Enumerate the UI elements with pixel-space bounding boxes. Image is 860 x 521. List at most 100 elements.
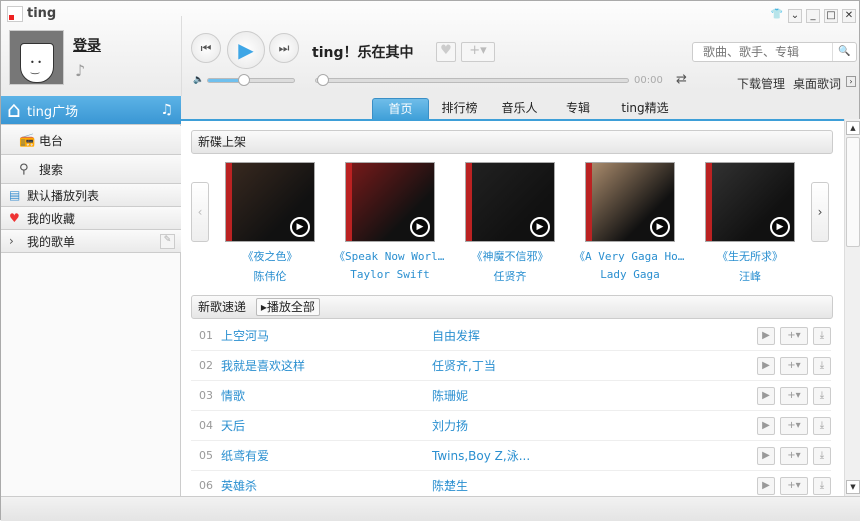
- ting-logo-icon: [7, 6, 23, 22]
- albums-next-button[interactable]: ›: [811, 182, 829, 242]
- album-card[interactable]: ▶ 《A Very Gaga Holiday》 Lady Gaga: [570, 162, 690, 281]
- play-song-button[interactable]: ▶: [757, 476, 775, 495]
- download-manager-link[interactable]: 下载管理: [737, 75, 785, 92]
- add-song-button[interactable]: +▾: [780, 476, 808, 495]
- add-song-button[interactable]: +▾: [780, 356, 808, 375]
- album-card[interactable]: ▶ 《生无所求》 汪峰: [690, 162, 810, 284]
- progress-knob[interactable]: [317, 74, 329, 86]
- sidebar-item-1[interactable]: ⚲ 搜索: [1, 155, 181, 184]
- sidebar-header-ting-plaza[interactable]: ⌂ ting广场 ♫: [1, 96, 181, 125]
- album-artist[interactable]: 汪峰: [690, 268, 810, 284]
- play-song-button[interactable]: ▶: [757, 356, 775, 375]
- volume-icon[interactable]: 🔈: [193, 75, 204, 85]
- sidebar-item-3[interactable]: ♥ 我的收藏: [1, 207, 181, 230]
- album-card[interactable]: ▶ 《Speak Now World Tour Live》 Taylor Swift: [330, 162, 450, 281]
- download-icon[interactable]: ⤓: [813, 356, 831, 375]
- scroll-down-button[interactable]: ▼: [846, 480, 860, 494]
- song-artist[interactable]: 陈珊妮: [432, 387, 752, 404]
- scroll-up-button[interactable]: ▲: [846, 121, 860, 135]
- song-artist[interactable]: 自由发挥: [432, 327, 752, 344]
- play-icon[interactable]: ▶: [650, 217, 670, 237]
- album-card[interactable]: ▶ 《神魔不信邪》 任贤齐: [450, 162, 570, 284]
- download-icon[interactable]: ⤓: [813, 476, 831, 495]
- song-title[interactable]: 情歌: [221, 387, 432, 404]
- volume-knob[interactable]: [238, 74, 251, 86]
- favorite-button[interactable]: ♥: [436, 42, 456, 62]
- tab-0[interactable]: 首页: [372, 98, 429, 120]
- avatar[interactable]: • • ‿: [9, 30, 64, 85]
- album-title[interactable]: 《A Very Gaga Holiday》: [570, 248, 690, 264]
- search-box[interactable]: 🔍: [692, 42, 857, 62]
- album-cover[interactable]: ▶: [585, 162, 675, 242]
- play-icon[interactable]: ▶: [290, 217, 310, 237]
- add-song-button[interactable]: +▾: [780, 416, 808, 435]
- album-artist[interactable]: 任贤齐: [450, 268, 570, 284]
- download-icon[interactable]: ⤓: [813, 326, 831, 345]
- play-icon[interactable]: ▶: [530, 217, 550, 237]
- download-icon[interactable]: ⤓: [813, 446, 831, 465]
- tab-1[interactable]: 排行榜: [431, 98, 488, 120]
- sidebar-item-2[interactable]: ▤ 默认播放列表: [1, 184, 181, 207]
- song-artist[interactable]: 陈楚生: [432, 477, 752, 494]
- album-card[interactable]: ▶ 《夜之色》陈伟伦: [210, 162, 330, 284]
- menu-button[interactable]: ⌄: [788, 9, 802, 23]
- chevron-right-icon[interactable]: ›: [846, 76, 856, 87]
- song-title[interactable]: 上空河马: [221, 327, 432, 344]
- play-button[interactable]: ▶: [227, 31, 265, 69]
- play-icon[interactable]: ▶: [410, 217, 430, 237]
- search-icon[interactable]: 🔍: [832, 43, 856, 61]
- add-song-button[interactable]: +▾: [780, 386, 808, 405]
- song-title[interactable]: 纸鸢有爱: [221, 447, 432, 464]
- scrollbar[interactable]: ▲ ▼: [844, 119, 860, 496]
- edit-playlist-icon[interactable]: ✎: [160, 233, 175, 249]
- skin-icon: 👕: [770, 9, 784, 20]
- song-artist[interactable]: 任贤齐,丁当: [432, 357, 752, 374]
- add-song-button[interactable]: +▾: [780, 326, 808, 345]
- tab-2[interactable]: 音乐人: [491, 98, 548, 120]
- close-button[interactable]: ✕: [842, 9, 856, 23]
- play-mode-icon[interactable]: ⇄: [676, 72, 687, 87]
- album-title[interactable]: 《神魔不信邪》: [450, 248, 570, 264]
- tab-4[interactable]: ting精选: [608, 98, 682, 120]
- song-title[interactable]: 我就是喜欢这样: [221, 357, 432, 374]
- play-song-button[interactable]: ▶: [757, 416, 775, 435]
- play-icon[interactable]: ▶: [770, 217, 790, 237]
- album-artist[interactable]: Taylor Swift: [330, 268, 450, 281]
- volume-slider[interactable]: [207, 78, 295, 83]
- song-artist[interactable]: Twins,Boy Z,泳...: [432, 447, 752, 464]
- add-song-button[interactable]: +▾: [780, 446, 808, 465]
- album-artist[interactable]: Lady Gaga: [570, 268, 690, 281]
- album-cover[interactable]: ▶: [345, 162, 435, 242]
- play-song-button[interactable]: ▶: [757, 326, 775, 345]
- play-song-button[interactable]: ▶: [757, 446, 775, 465]
- album-artist[interactable]: 陈伟伦: [210, 268, 330, 284]
- prev-button[interactable]: ⏮: [191, 33, 221, 63]
- search-input[interactable]: [693, 43, 823, 61]
- add-to-button[interactable]: +▾: [461, 42, 495, 62]
- play-all-button[interactable]: ▸播放全部: [255, 298, 320, 316]
- minimize-button[interactable]: _: [806, 9, 820, 23]
- albums-prev-button[interactable]: ‹: [191, 182, 209, 242]
- sidebar-item-0[interactable]: 📻 电台: [1, 126, 181, 155]
- album-title[interactable]: 《夜之色》: [210, 248, 330, 264]
- login-link[interactable]: 登录: [73, 35, 101, 55]
- album-cover[interactable]: ▶: [225, 162, 315, 242]
- tab-3[interactable]: 专辑: [551, 98, 605, 120]
- play-song-button[interactable]: ▶: [757, 386, 775, 405]
- desktop-lyrics-link[interactable]: 桌面歌词: [793, 75, 841, 92]
- download-icon[interactable]: ⤓: [813, 416, 831, 435]
- progress-slider[interactable]: [315, 78, 629, 83]
- maximize-button[interactable]: □: [824, 9, 838, 23]
- sidebar-item-4[interactable]: › 我的歌单 ✎: [1, 230, 181, 253]
- album-title[interactable]: 《生无所求》: [690, 248, 810, 264]
- next-button[interactable]: ⏭: [269, 33, 299, 63]
- album-title[interactable]: 《Speak Now World Tour Live》: [330, 248, 450, 264]
- song-title[interactable]: 天后: [221, 417, 432, 434]
- scroll-thumb[interactable]: [846, 137, 860, 247]
- song-artist[interactable]: 刘力扬: [432, 417, 752, 434]
- album-cover[interactable]: ▶: [465, 162, 555, 242]
- song-title[interactable]: 英雄杀: [221, 477, 432, 494]
- album-cover[interactable]: ▶: [705, 162, 795, 242]
- download-icon[interactable]: ⤓: [813, 386, 831, 405]
- skin-button[interactable]: 👕: [770, 9, 784, 23]
